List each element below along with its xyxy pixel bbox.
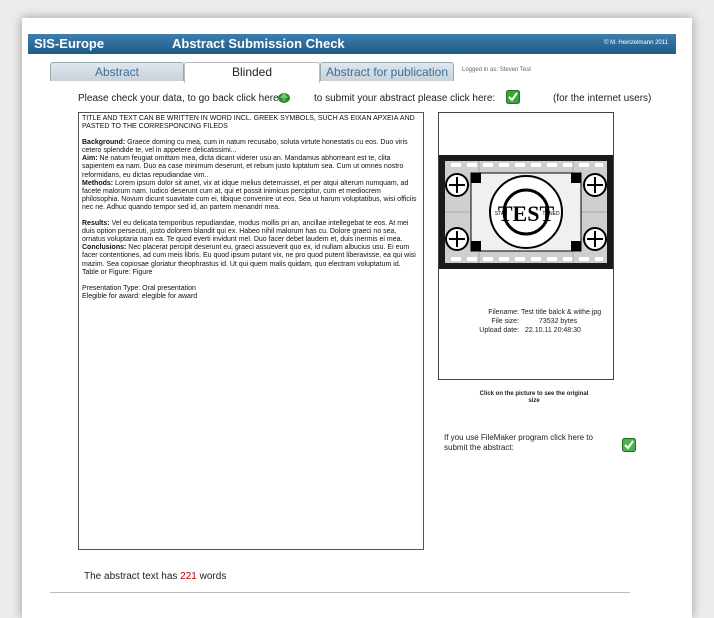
background-paragraph: Background: Graece doming cu mea, cum in… [82,139,408,155]
title-bar: SIS-Europe Abstract Submission Check © M… [28,34,676,54]
filemaker-instruction: If you use FileMaker program click here … [444,433,593,452]
tuned-word: TUNED [542,211,560,217]
copyright: © M. Heinzelmann 2011 [603,40,668,46]
divider [50,592,630,593]
back-arrow-icon[interactable] [277,90,291,104]
conclusions-paragraph: Conclusions: Nec placerat percipit deser… [82,244,416,268]
submit-instruction: to submit your abstract please click her… [314,93,496,104]
award-line: Elegible for award: elegible for award [82,292,198,300]
table-figure-line: Table or Figure: Figure [82,268,153,276]
filemaker-submit-check-icon[interactable] [622,438,636,452]
word-count-number: 221 [180,571,197,582]
figure-panel: TEST STAY TUNED Filename: Test title balc… [438,112,614,380]
word-count: The abstract text has 221 words [84,571,227,582]
check-icon[interactable] [506,90,520,104]
click-picture-hint: Click on the picture to see the original… [479,391,589,404]
abstract-text-box: TITLE AND TEXT CAN BE WRITTEN IN WORD IN… [78,112,424,550]
results-paragraph: Results: Vel eu delicata temporibus repu… [82,220,409,244]
tab-bar: Abstract Blinded Abstract for publicatio… [50,62,670,83]
instructions-bar: Please check your data, to go back click… [78,90,678,108]
upload-date-label: Upload date: [479,327,519,334]
file-metadata: Filename: Test title balck & withe.jpg Fi… [439,309,613,336]
tab-abstract[interactable]: Abstract [50,62,184,81]
aim-paragraph: Aim: Ne natum feugiat omittam mea, dicta… [82,155,404,179]
tab-abstract-for-publication[interactable]: Abstract for publication [320,62,454,81]
tab-blinded[interactable]: Blinded [184,62,320,83]
presentation-type-line: Presentation Type: Oral presentation [82,284,196,292]
stay-word: STAY [495,211,508,217]
methods-paragraph: Methods: Lorem ipsum dolor sit amet, vix… [82,179,417,211]
page-title: Abstract Submission Check [172,36,345,51]
logged-in-status: Logged in as: Steven Test [462,67,531,73]
abstract-heading: TITLE AND TEXT CAN BE WRITTEN IN WORD IN… [82,115,415,131]
filesize-value: 73532 bytes [539,318,578,325]
filename-value: Test title balck & withe.jpg [521,309,602,316]
app-name: SIS-Europe [34,36,105,51]
back-instruction: Please check your data, to go back click… [78,93,282,104]
filename-label: Filename: [488,309,519,316]
filesize-label: File size: [491,318,519,325]
test-pattern-image[interactable]: TEST STAY TUNED [439,155,613,269]
upload-date-value: 22.10.11 20:48:30 [525,327,581,334]
internet-note: (for the internet users) [553,93,652,104]
